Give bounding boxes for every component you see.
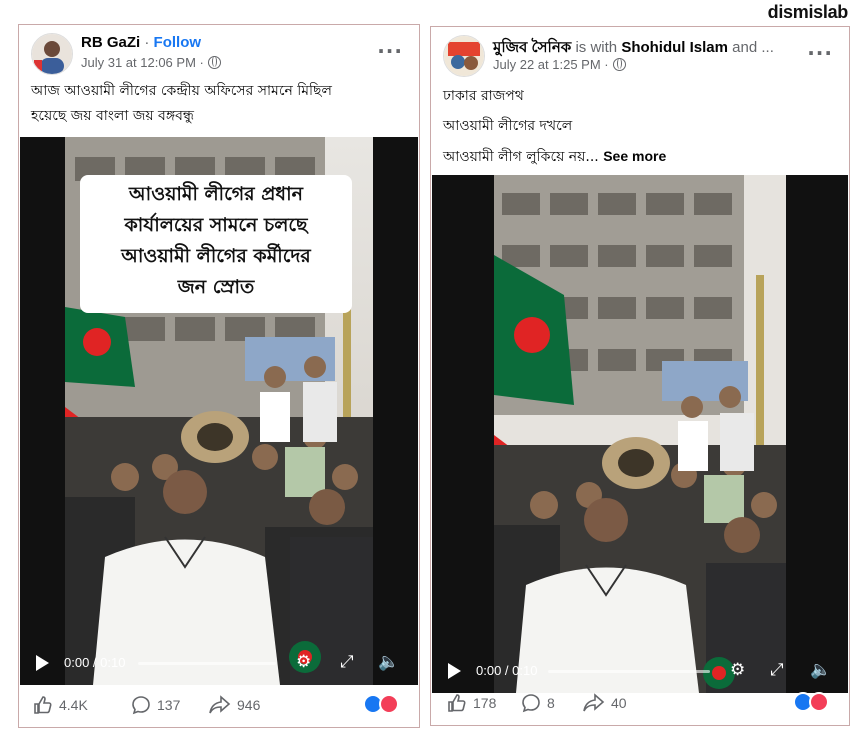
progress-track[interactable] xyxy=(548,670,710,673)
follow-button[interactable]: Follow xyxy=(154,34,202,51)
overlay-line: জন স্রোত xyxy=(177,276,255,298)
author-name[interactable]: RB GaZi xyxy=(81,34,140,51)
share-button[interactable]: 946 xyxy=(209,695,260,715)
more-dots-icon[interactable]: ··· xyxy=(807,41,833,65)
gear-icon[interactable]: ⚙ xyxy=(296,652,311,672)
post-footer: 178 8 40 xyxy=(443,689,837,719)
comment-icon xyxy=(132,696,150,715)
see-more-link[interactable]: See more xyxy=(603,148,666,164)
video-controls: 0:00 / 0:10 ⚙ ⤢ 🔈 xyxy=(432,649,848,693)
share-count: 40 xyxy=(611,695,627,711)
avatar[interactable] xyxy=(443,35,485,77)
video-caption-overlay: আওয়ামী লীগের প্রধান কার্যালয়ের সামনে চ… xyxy=(80,175,352,313)
is-with-text: is with xyxy=(575,39,618,56)
brand-logo: dismislab xyxy=(767,2,849,22)
play-icon[interactable] xyxy=(448,663,461,679)
overlay-line: কার্যালয়ের সামনে চলছে xyxy=(124,214,308,236)
post-timestamp[interactable]: July 31 at 12:06 PM · xyxy=(81,55,221,70)
thumbs-up-icon xyxy=(448,694,466,712)
more-dots-icon[interactable]: ··· xyxy=(377,39,403,63)
separator: · xyxy=(144,34,150,51)
post-text-last: আওয়ামী লীগ লুকিয়ে নয়... xyxy=(443,149,599,165)
post-text-line: হয়েছে জয় বাংলা জয় বঙ্গবন্ধু xyxy=(31,108,195,124)
gear-icon[interactable]: ⚙ xyxy=(730,660,745,680)
avatar[interactable] xyxy=(31,33,73,75)
comment-count: 8 xyxy=(547,695,555,711)
thumbs-up-icon xyxy=(34,696,52,714)
share-count: 946 xyxy=(237,697,261,713)
video-player[interactable]: 0:00 / 0:10 ⚙ ⤢ 🔈 xyxy=(432,175,848,693)
letterbox-right xyxy=(373,137,418,685)
and-more-text[interactable]: and ... xyxy=(732,39,774,56)
progress-track[interactable] xyxy=(138,662,276,665)
letterbox-left xyxy=(432,175,494,693)
post-text-line: ঢাকার রাজপথ xyxy=(443,88,524,104)
comment-icon xyxy=(522,694,540,713)
like-count: 178 xyxy=(473,695,497,711)
play-icon[interactable] xyxy=(36,655,49,671)
like-button[interactable]: 178 xyxy=(447,693,496,713)
mute-icon[interactable]: 🔈 xyxy=(378,652,399,672)
post-text: আজ আওয়ামী লীগের কেন্দ্রীয় অফিসের সামনে… xyxy=(31,79,407,129)
letterbox-right xyxy=(786,175,848,693)
author-name[interactable]: মুজিব সৈনিক xyxy=(493,39,571,56)
reactions[interactable] xyxy=(793,692,835,714)
post-text-line: আজ আওয়ামী লীগের কেন্দ্রীয় অফিসের সামনে… xyxy=(31,83,332,99)
video-time: 0:00 / 0:10 xyxy=(64,655,126,670)
letterbox-left xyxy=(20,137,65,685)
post-header: RB GaZi · Follow July 31 at 12:06 PM · ·… xyxy=(31,29,407,77)
like-count: 4.4K xyxy=(59,697,88,713)
post-footer: 4.4K 137 946 xyxy=(31,691,407,721)
post-text-line: আওয়ামী লীগের দখলে xyxy=(443,118,573,134)
video-player[interactable]: আওয়ামী লীগের প্রধান কার্যালয়ের সামনে চ… xyxy=(20,137,418,685)
fullscreen-icon[interactable]: ⤢ xyxy=(770,660,784,680)
timestamp-text: July 31 at 12:06 PM · xyxy=(81,55,204,70)
tagged-person[interactable]: Shohidul Islam xyxy=(621,39,728,56)
share-button[interactable]: 40 xyxy=(583,693,627,713)
share-icon xyxy=(209,695,231,714)
like-button[interactable]: 4.4K xyxy=(33,695,88,715)
comment-count: 137 xyxy=(157,697,181,713)
overlay-line: আওয়ামী লীগের প্রধান xyxy=(129,183,303,205)
timestamp-text: July 22 at 1:25 PM · xyxy=(493,57,609,72)
video-time: 0:00 / 0:10 xyxy=(476,663,538,678)
post-card-left: RB GaZi · Follow July 31 at 12:06 PM · ·… xyxy=(18,24,420,728)
post-header: মুজিব সৈনিক is with Shohidul Islam and .… xyxy=(443,31,837,79)
post-text: ঢাকার রাজপথ আওয়ামী লীগের দখলে আওয়ামী ল… xyxy=(443,81,837,172)
globe-icon xyxy=(612,58,626,71)
comment-button[interactable]: 8 xyxy=(521,693,555,713)
overlay-line: আওয়ামী লীগের কর্মীদের xyxy=(121,245,311,267)
post-card-right: মুজিব সৈনিক is with Shohidul Islam and .… xyxy=(430,26,850,726)
author-line: RB GaZi · Follow xyxy=(81,34,201,51)
post-text-line: আওয়ামী লীগ লুকিয়ে নয়... See more xyxy=(443,141,837,172)
love-reaction-icon xyxy=(809,692,829,712)
share-icon xyxy=(583,693,605,712)
post-timestamp[interactable]: July 22 at 1:25 PM · xyxy=(493,57,626,72)
video-frame xyxy=(494,175,786,693)
fullscreen-icon[interactable]: ⤢ xyxy=(340,652,354,672)
mute-icon[interactable]: 🔈 xyxy=(810,660,831,680)
globe-icon xyxy=(207,56,221,69)
comment-button[interactable]: 137 xyxy=(131,695,180,715)
video-controls: 0:00 / 0:10 ⚙ ⤢ 🔈 xyxy=(20,641,418,685)
love-reaction-icon xyxy=(379,694,399,714)
reactions[interactable] xyxy=(363,694,405,716)
